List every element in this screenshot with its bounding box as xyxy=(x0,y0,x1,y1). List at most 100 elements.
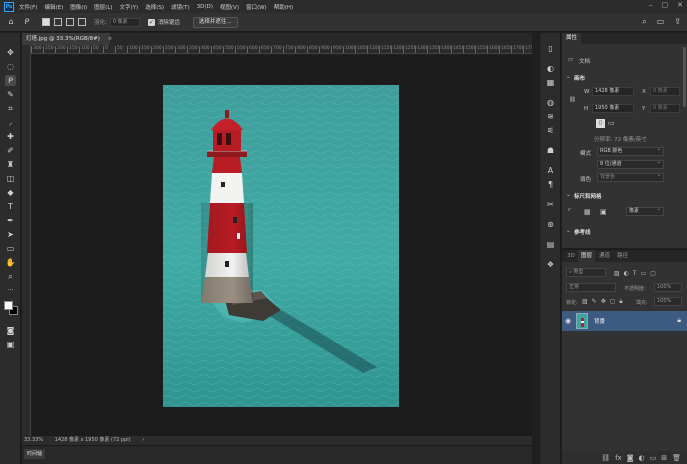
plugins-icon[interactable]: ❖ xyxy=(545,259,556,270)
close-icon[interactable]: ✕ xyxy=(677,1,683,9)
filter-pixel-icon[interactable]: ▨ xyxy=(614,270,620,277)
lasso-tool-icon[interactable]: ᑭ xyxy=(5,75,16,86)
filter-shape-icon[interactable]: ▭ xyxy=(641,270,647,277)
feather-input[interactable]: 0 像素 xyxy=(109,17,140,27)
share-icon[interactable]: ⇪ xyxy=(674,17,681,27)
brush-tool-icon[interactable]: ✐ xyxy=(5,145,16,156)
gradient-tool-icon[interactable]: ◆ xyxy=(5,187,16,198)
crop-tool-icon[interactable]: ⌗ xyxy=(5,103,16,114)
menu-file[interactable]: 文件(F) xyxy=(19,3,37,11)
menu-select[interactable]: 选择(S) xyxy=(145,3,164,11)
move-tool-icon[interactable]: ✥ xyxy=(5,47,16,58)
grid-icon[interactable]: ▦ xyxy=(584,208,591,216)
layer-row[interactable]: ◉ 背景 🔒︎ xyxy=(562,311,687,331)
opacity-input[interactable]: 100% xyxy=(654,283,682,292)
filter-adjust-icon[interactable]: ◐ xyxy=(624,270,629,277)
lock-artboard-icon[interactable]: ▢ xyxy=(610,298,616,306)
adjustments-icon[interactable]: ◍ xyxy=(545,97,556,108)
guides-collapse-icon[interactable]: ⌄ xyxy=(566,192,571,198)
new-layer-icon[interactable]: ⊞ xyxy=(661,454,667,462)
marquee-tool-icon[interactable]: ◌ xyxy=(5,61,16,72)
width-input[interactable]: 1428 像素 xyxy=(592,87,634,96)
lock-paint-icon[interactable]: ✎ xyxy=(592,298,597,306)
link-icon[interactable]: ⛓ xyxy=(569,97,576,103)
workspace-icon[interactable]: ▭ xyxy=(657,17,665,27)
y-input[interactable]: 0 像素 xyxy=(650,104,680,113)
menu-help[interactable]: 帮助(H) xyxy=(274,3,293,11)
timeline-tab[interactable]: 时间轴 xyxy=(24,449,46,459)
tab-3d[interactable]: 3D xyxy=(564,250,578,262)
more-tools-icon[interactable]: ··· xyxy=(5,285,16,296)
glyphs-icon[interactable]: ⊛ xyxy=(545,219,556,230)
close-tab-icon[interactable]: × xyxy=(108,36,113,42)
fill-select[interactable]: 背景色 xyxy=(597,172,664,182)
subtract-selection-icon[interactable] xyxy=(66,18,74,26)
link-layers-icon[interactable]: ⛓ xyxy=(601,454,610,462)
menu-3d[interactable]: 3D(D) xyxy=(197,4,213,10)
search-icon[interactable]: ⌕ xyxy=(642,17,646,27)
tab-channels[interactable]: 通道 xyxy=(596,250,613,262)
foreground-color-swatch[interactable] xyxy=(4,301,13,310)
paragraph-icon[interactable]: ¶ xyxy=(545,179,556,190)
mode-select[interactable]: RGB 颜色 xyxy=(597,146,664,156)
antialias-checkbox[interactable]: ✓ xyxy=(147,18,155,26)
new-selection-icon[interactable] xyxy=(42,18,50,26)
layer-filter-select[interactable]: ⌕ 类型 xyxy=(566,268,606,277)
maximize-icon[interactable]: ▢ xyxy=(662,1,669,9)
portrait-icon[interactable]: ▯ xyxy=(596,119,605,128)
status-arrow-icon[interactable]: › xyxy=(142,437,144,443)
filter-type-icon[interactable]: T xyxy=(633,270,637,277)
brushes-icon[interactable]: ≋ xyxy=(545,111,556,122)
ruler-icon[interactable]: ⌜ xyxy=(568,208,571,216)
menu-image[interactable]: 图像(I) xyxy=(70,3,87,11)
home-icon[interactable]: ⌂ xyxy=(6,17,16,27)
quick-mask-icon[interactable]: ◙ xyxy=(5,325,16,336)
visibility-eye-icon[interactable]: ◉ xyxy=(565,317,571,325)
app-logo[interactable]: Ps xyxy=(4,1,14,12)
character-icon[interactable]: A xyxy=(545,165,556,176)
guides-section-title[interactable]: 标尺和网格 xyxy=(574,192,602,200)
layer-style-icon[interactable]: fx xyxy=(615,454,622,462)
intersect-selection-icon[interactable] xyxy=(78,18,86,26)
hand-tool-icon[interactable]: ✋ xyxy=(5,257,16,268)
menu-layer[interactable]: 图层(L) xyxy=(94,3,112,11)
tools-preset-icon[interactable]: ✂ xyxy=(545,199,556,210)
delete-layer-icon[interactable]: 🗑︎ xyxy=(672,454,681,462)
color-icon[interactable]: ◐ xyxy=(545,63,556,74)
canvas-section-title[interactable]: 画布 xyxy=(574,74,585,82)
add-mask-icon[interactable]: ◙ xyxy=(627,454,634,462)
document-tab[interactable]: 灯塔.jpg @ 33.3%(RGB/8#) × xyxy=(22,33,113,45)
lock-position-icon[interactable]: ✥ xyxy=(601,298,606,306)
zoom-readout[interactable]: 33.33% xyxy=(24,437,43,443)
filter-smart-icon[interactable]: ▢ xyxy=(650,270,656,277)
add-selection-icon[interactable] xyxy=(54,18,62,26)
swatches-icon[interactable]: ▦ xyxy=(545,77,556,88)
select-and-mask-button[interactable]: 选择并遮住... xyxy=(192,16,238,28)
properties-tab[interactable]: 属性 xyxy=(562,33,582,44)
x-input[interactable]: 0 像素 xyxy=(650,87,680,96)
reference-collapse-icon[interactable]: ⌄ xyxy=(566,228,571,234)
learn-icon[interactable]: ☗ xyxy=(545,145,556,156)
path-select-tool-icon[interactable]: ➤ xyxy=(5,229,16,240)
reference-section-title[interactable]: 参考线 xyxy=(574,228,591,236)
menu-filter[interactable]: 滤镜(T) xyxy=(171,3,190,11)
quick-select-tool-icon[interactable]: ✎ xyxy=(5,89,16,100)
eyedropper-tool-icon[interactable]: ⸝ xyxy=(5,117,16,128)
zoom-tool-icon[interactable]: ⌕ xyxy=(5,271,16,282)
shape-tool-icon[interactable]: ▭ xyxy=(5,243,16,254)
units-select[interactable]: 像素 xyxy=(626,206,664,216)
eraser-tool-icon[interactable]: ◫ xyxy=(5,173,16,184)
properties-icon[interactable]: ⚟ xyxy=(545,125,556,136)
adjustment-layer-icon[interactable]: ◐ xyxy=(639,454,645,462)
layer-name[interactable]: 背景 xyxy=(594,317,605,325)
healing-tool-icon[interactable]: ✚ xyxy=(5,131,16,142)
canvas-collapse-icon[interactable]: ⌄ xyxy=(566,74,571,80)
menu-view[interactable]: 视图(V) xyxy=(220,3,239,11)
history-icon[interactable]: ▯ xyxy=(545,43,556,54)
blend-mode-select[interactable]: 正常 xyxy=(566,283,616,292)
tab-paths[interactable]: 路径 xyxy=(614,250,631,262)
properties-scrollbar[interactable] xyxy=(683,47,686,107)
menu-type[interactable]: 文字(Y) xyxy=(120,3,139,11)
bit-depth-select[interactable]: 8 位/通道 xyxy=(597,159,664,169)
fill-input[interactable]: 100% xyxy=(654,297,682,306)
